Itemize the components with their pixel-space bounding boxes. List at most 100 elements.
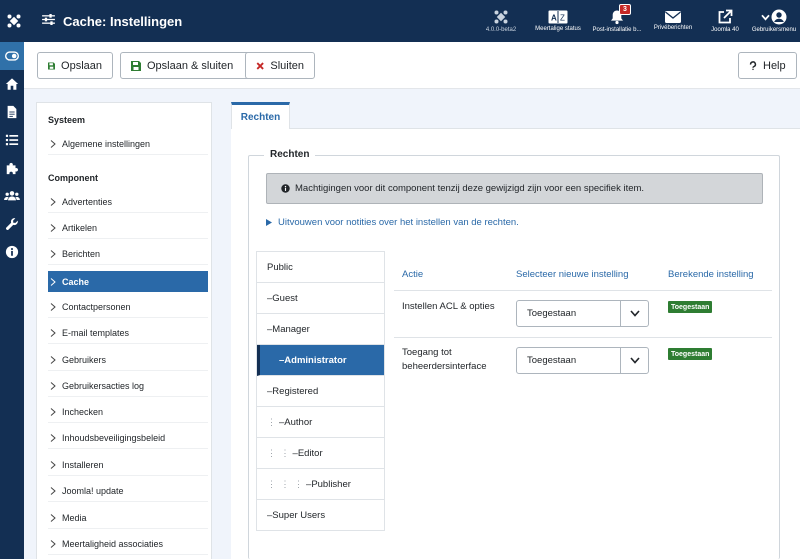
- permission-select[interactable]: Toegestaan: [516, 347, 649, 374]
- chevron-right-icon: [50, 408, 56, 416]
- sliders-icon: [42, 12, 55, 30]
- header-user-menu[interactable]: Gebruikersmenu: [748, 0, 800, 42]
- sidebar-item-berichten[interactable]: Berichten: [48, 244, 208, 265]
- group-item-registered[interactable]: – Registered: [257, 376, 384, 407]
- sidebar-item-contactpersonen[interactable]: Contactpersonen: [48, 297, 208, 318]
- chevron-down-icon: [629, 310, 640, 317]
- sidebar-item-gebruikersacties-log[interactable]: Gebruikersacties log: [48, 376, 208, 397]
- rail-home[interactable]: [0, 70, 24, 98]
- chevron-right-icon: [50, 250, 56, 258]
- section-heading-component: Component: [48, 173, 98, 183]
- action-label: Toegang tot beheerdersinterface: [402, 347, 487, 372]
- group-item-guest[interactable]: – Guest: [257, 283, 384, 314]
- chevron-right-icon: [50, 356, 56, 364]
- chevron-right-icon: [50, 487, 56, 495]
- sidebar-item-inchecken[interactable]: Inchecken: [48, 402, 208, 423]
- chevron-right-icon: [50, 303, 56, 311]
- language-icon: AZ: [548, 10, 568, 24]
- sidebar-item-advertenties[interactable]: Advertenties: [48, 192, 208, 213]
- save-icon: [48, 61, 56, 70]
- sidebar-item-general-settings[interactable]: Algemene instellingen: [48, 134, 208, 155]
- header-private-messages[interactable]: Privéberichten: [644, 0, 702, 42]
- chevron-right-icon: [50, 382, 56, 390]
- fieldset-legend: Rechten: [264, 149, 316, 160]
- section-heading-system: Systeem: [48, 115, 86, 125]
- help-button[interactable]: Help: [738, 52, 797, 79]
- group-item-manager[interactable]: – Manager: [257, 314, 384, 345]
- permission-select[interactable]: Toegestaan: [516, 300, 649, 327]
- envelope-icon: [665, 11, 681, 23]
- sidebar-item-cache[interactable]: Cache: [48, 271, 208, 292]
- user-group-list: Public – Guest – Manager – Administrator…: [256, 251, 385, 531]
- group-item-editor[interactable]: ⋮ ⋮ – Editor: [257, 438, 384, 469]
- page-title: Cache: Instellingen: [63, 13, 183, 29]
- chevron-down-icon: [629, 357, 640, 364]
- sidebar-item-media[interactable]: Media: [48, 508, 208, 529]
- list-icon: [5, 134, 19, 146]
- caret-right-icon: [266, 218, 272, 226]
- group-item-publisher[interactable]: ⋮ ⋮ ⋮ – Publisher: [257, 469, 384, 500]
- rail-help[interactable]: [0, 238, 24, 266]
- chevron-down-icon: [761, 14, 770, 21]
- permissions-notes-toggle[interactable]: Uitvouwen voor notities over het instell…: [266, 215, 519, 229]
- rail-system[interactable]: [0, 210, 24, 238]
- chevron-right-icon: [50, 329, 56, 337]
- toggle-menu-button[interactable]: [0, 42, 24, 70]
- chevron-right-icon: [50, 277, 56, 286]
- rail-menus[interactable]: [0, 126, 24, 154]
- table-row-divider: [394, 290, 772, 291]
- joomla-logo-icon[interactable]: [0, 0, 28, 42]
- column-header-select: Selecteer nieuwe instelling: [516, 269, 629, 280]
- close-icon: [256, 61, 264, 70]
- group-item-super-users[interactable]: – Super Users: [257, 500, 384, 531]
- group-item-author[interactable]: ⋮ – Author: [257, 407, 384, 438]
- save-close-button[interactable]: Opslaan & sluiten: [120, 52, 263, 79]
- component-list-panel: Systeem Algemene instellingen Component …: [36, 102, 212, 559]
- chevron-right-icon: [50, 198, 56, 206]
- user-icon: [771, 9, 787, 25]
- save-button[interactable]: Opslaan: [37, 52, 113, 79]
- computed-setting-badge: Toegestaan: [668, 348, 713, 360]
- header-site-link[interactable]: Joomla 40: [702, 0, 748, 42]
- chevron-right-icon: [50, 140, 56, 148]
- sidebar-item-inhoudsbeveiligingsbeleid[interactable]: Inhoudsbeveiligingsbeleid: [48, 428, 208, 449]
- permissions-notice: Machtigingen voor dit component tenzij d…: [266, 173, 763, 204]
- chevron-right-icon: [50, 434, 56, 442]
- info-icon: [5, 245, 19, 259]
- svg-text:A: A: [551, 14, 557, 23]
- table-row-divider: [394, 337, 772, 338]
- chevron-right-icon: [50, 540, 56, 548]
- group-item-administrator[interactable]: – Administrator: [257, 345, 384, 376]
- sidebar-item-email-templates[interactable]: E-mail templates: [48, 323, 208, 344]
- sidebar-item-meertaligheid-associaties[interactable]: Meertaligheid associaties: [48, 534, 208, 555]
- group-item-public[interactable]: Public: [257, 252, 384, 283]
- column-header-action: Actie: [402, 269, 424, 280]
- question-icon: [749, 60, 757, 70]
- action-label: Instellen ACL & opties: [402, 301, 495, 312]
- header-post-install[interactable]: 3 Post-installatie b...: [590, 0, 644, 42]
- close-button[interactable]: Sluiten: [245, 52, 315, 79]
- svg-text:Z: Z: [560, 14, 565, 23]
- puzzle-icon: [6, 162, 19, 175]
- header-version[interactable]: 4.0.0-beta2: [476, 0, 526, 42]
- tab-permissions[interactable]: Rechten: [231, 102, 290, 129]
- sidebar-item-gebruikers[interactable]: Gebruikers: [48, 350, 208, 371]
- main-menu-rail: [0, 42, 24, 559]
- sidebar-item-artikelen[interactable]: Artikelen: [48, 218, 208, 239]
- toggle-icon: [5, 51, 19, 61]
- joomla-logo-icon: [494, 10, 508, 24]
- chevron-right-icon: [50, 514, 56, 522]
- wrench-icon: [6, 218, 18, 230]
- users-icon: [4, 191, 20, 201]
- sidebar-item-installeren[interactable]: Installeren: [48, 455, 208, 476]
- rail-content[interactable]: [0, 98, 24, 126]
- sidebar-item-joomla-update[interactable]: Joomla! update: [48, 481, 208, 502]
- save-icon: [131, 60, 141, 71]
- header-multilingual-status[interactable]: AZ Meertalige status: [526, 0, 590, 42]
- computed-setting-badge: Toegestaan: [668, 301, 713, 313]
- chevron-right-icon: [50, 461, 56, 469]
- rail-components[interactable]: [0, 154, 24, 182]
- notification-badge: 3: [619, 4, 631, 15]
- toolbar: Opslaan Opslaan & sluiten Sluiten Help: [24, 42, 800, 89]
- rail-users[interactable]: [0, 182, 24, 210]
